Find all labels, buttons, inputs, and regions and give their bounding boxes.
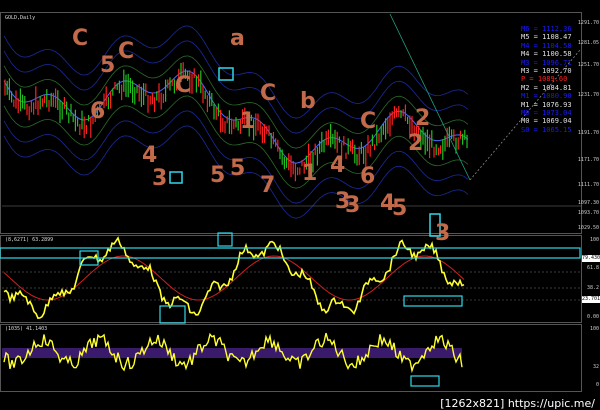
osc2-tick: 100 <box>589 326 599 332</box>
level-s0: S0 = 1065.15 <box>521 125 572 134</box>
chart-window: GOLD,Daily (8,6271) 63.2899 (1035) 41.14… <box>0 0 600 410</box>
osc1-highlight-box <box>217 232 233 247</box>
annotation-mark: 2 <box>415 106 430 131</box>
annotation-mark: 4 <box>330 153 345 178</box>
level-m5: M5 = 1108.47 <box>521 33 572 42</box>
osc1-signal-line <box>3 255 465 301</box>
annotation-mark: C <box>360 109 376 134</box>
price-tick: 1029.50 <box>577 225 599 231</box>
chart-drawing: C5C6Ca4b3 5C11 4C 23 45733652 <box>0 13 582 387</box>
annotation-mark: a <box>230 26 245 51</box>
annotation-mark: b <box>300 89 316 114</box>
annotation-mark: 3 <box>345 193 360 218</box>
price-tick: 1231.70 <box>577 92 599 98</box>
annotation-mark: 5 <box>100 53 115 78</box>
price-tick: 1093.70 <box>577 210 599 216</box>
osc2-highlight-box <box>410 375 440 387</box>
annotation-mark: 6 <box>360 164 375 189</box>
annotation-mark: C <box>118 39 134 64</box>
level-m4b: M4 = 1100.58 <box>521 50 572 59</box>
price-tick: 1111.70 <box>577 182 599 188</box>
osc1-tick: 0.00 <box>586 314 599 320</box>
osc2-tick: 0 <box>595 382 599 388</box>
annotation-mark: 6 <box>90 99 105 124</box>
level-m0b: M0 = 1069.04 <box>521 117 572 126</box>
highlight-box <box>169 171 183 184</box>
level-m0a: M0 = 1073.04 <box>521 109 572 118</box>
annotation-mark: 4 <box>142 143 157 168</box>
annotation-mark: C <box>175 73 191 98</box>
level-m3b: M3 = 1092.70 <box>521 67 572 76</box>
osc2-axis: 100 32 0 <box>582 324 600 392</box>
osc1-tick: 100 <box>589 237 599 243</box>
annotation-mark: C <box>260 81 276 106</box>
annotation-mark: 7 <box>260 173 275 198</box>
level-m6: M6 = 1112.36 <box>521 25 572 33</box>
annotation-mark: 5 <box>210 163 225 188</box>
price-tick: 1191.70 <box>577 130 599 136</box>
level-m1b: M1 = 1076.93 <box>521 100 572 109</box>
annotation-mark: 3 <box>152 166 167 191</box>
osc1-high-tag: 79.4301 <box>582 255 600 262</box>
level-m3a: M3 = 1096.71 <box>521 58 572 67</box>
price-tick: 1097.30 <box>577 200 599 206</box>
osc2-tick: 32 <box>592 364 599 370</box>
osc1-low-tag: 23.7015 <box>582 296 600 303</box>
level-m4a: M4 = 1104.58 <box>521 41 572 50</box>
level-pivot: P = 1089.60 <box>521 75 568 84</box>
osc1-tick: 38.2 <box>586 285 599 291</box>
annotation-mark: 5 <box>392 196 407 221</box>
osc1-highlight-box <box>403 295 463 307</box>
level-m1a: M1 = 1080.90 <box>521 92 572 101</box>
annotation-mark: 1 <box>240 109 255 134</box>
annotation-mark: 5 <box>230 156 245 181</box>
annotation-mark: 1 <box>302 161 317 186</box>
price-axis: 1291.70 1281.05 1251.70 1231.70 1191.70 … <box>578 12 600 234</box>
osc1-main-line <box>3 236 465 320</box>
annotation-mark: 2 <box>408 131 423 156</box>
price-tick: 1281.05 <box>577 40 599 46</box>
watermark: [1262x821] https://upic.me/ <box>438 397 597 410</box>
annotation-mark: C <box>72 26 88 51</box>
price-tick: 1291.70 <box>577 20 599 26</box>
price-tick: 1171.70 <box>577 157 599 163</box>
highlight-box <box>218 67 234 81</box>
osc1-axis: 100 61.8 38.2 0.00 <box>582 235 600 323</box>
price-tick: 1251.70 <box>577 62 599 68</box>
level-m2: M2 = 1084.81 <box>521 83 572 92</box>
annotation-mark: 3 <box>435 221 450 246</box>
osc1-highlight-box <box>159 305 186 324</box>
osc1-tick: 61.8 <box>586 265 599 271</box>
pivot-levels-panel: M6 = 1112.36 M5 = 1108.47 M4 = 1104.58 M… <box>521 25 572 134</box>
osc1-highlight-box <box>0 247 581 259</box>
